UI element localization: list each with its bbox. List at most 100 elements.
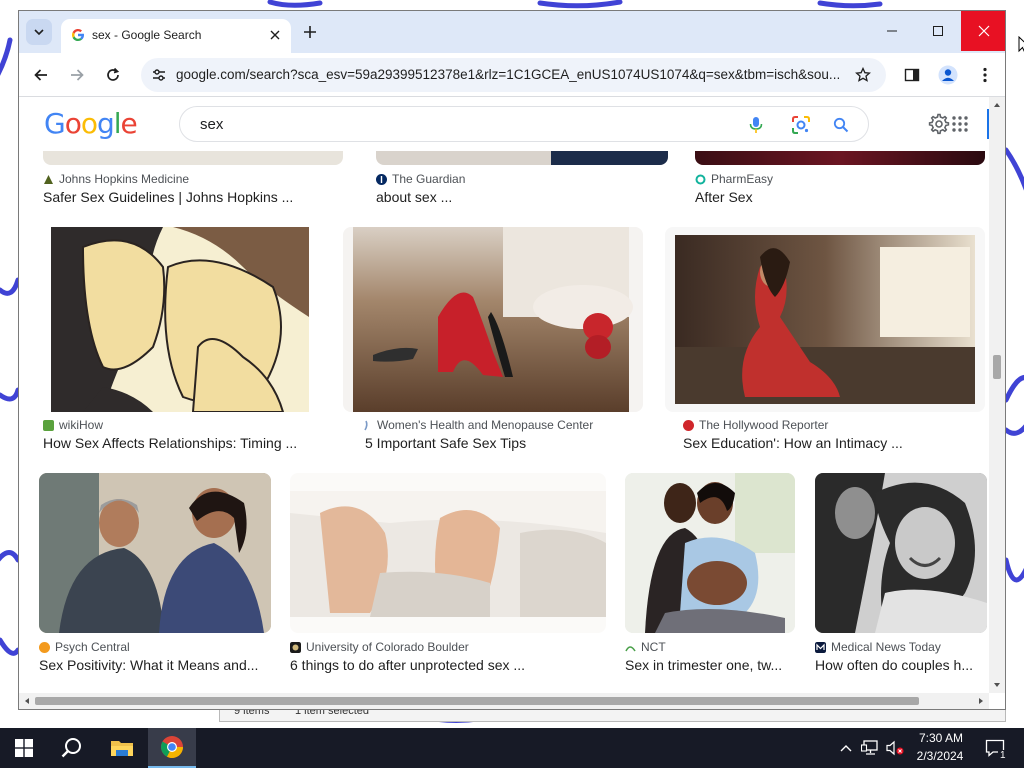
result-source[interactable]: NCT — [625, 640, 666, 654]
scroll-left-icon[interactable] — [21, 693, 33, 709]
google-apps-button[interactable] — [949, 113, 971, 135]
reload-button[interactable] — [99, 61, 127, 89]
volume-button[interactable] — [883, 728, 907, 768]
vertical-scroll-thumb[interactable] — [993, 355, 1001, 379]
result-tile[interactable]: Women's Health and Menopause Center 5 Im… — [343, 227, 643, 451]
scroll-up-icon[interactable] — [989, 99, 1005, 111]
result-source-name: The Guardian — [392, 172, 466, 186]
horizontal-scroll-thumb[interactable] — [35, 697, 919, 705]
result-source-name: Medical News Today — [831, 640, 941, 654]
result-source[interactable]: The Hollywood Reporter — [683, 418, 828, 432]
result-source-name: PharmEasy — [711, 172, 774, 186]
result-tile[interactable]: wikiHow How Sex Affects Relationships: T… — [43, 227, 333, 451]
volume-muted-icon — [886, 740, 904, 756]
file-explorer-button[interactable] — [98, 728, 146, 768]
result-title[interactable]: Sex in trimester one, tw... — [625, 657, 795, 673]
scroll-right-icon[interactable] — [975, 693, 987, 709]
chrome-menu-button[interactable] — [971, 61, 999, 89]
back-button[interactable] — [27, 61, 55, 89]
maximize-icon — [933, 26, 943, 36]
forward-button[interactable] — [63, 61, 91, 89]
result-tile[interactable]: University of Colorado Boulder 6 things … — [290, 473, 608, 683]
result-tile[interactable]: Medical News Today How often do couples … — [815, 473, 989, 683]
result-source[interactable]: Women's Health and Menopause Center — [361, 418, 593, 432]
result-image[interactable] — [290, 473, 606, 633]
red-high-heels-photo — [353, 227, 633, 412]
result-title[interactable]: Safer Sex Guidelines | Johns Hopkins ... — [43, 189, 343, 205]
result-source-name: Women's Health and Menopause Center — [377, 418, 594, 432]
tab-search-button[interactable] — [26, 19, 52, 45]
bookmark-button[interactable] — [853, 65, 873, 85]
result-source[interactable]: Medical News Today — [815, 640, 941, 654]
couple-kissing-illustration — [51, 227, 309, 412]
network-button[interactable] — [858, 728, 882, 768]
result-title[interactable]: After Sex — [695, 189, 985, 205]
search-submit-button[interactable] — [830, 114, 852, 136]
close-window-button[interactable] — [961, 11, 1005, 51]
result-source[interactable]: PharmEasy — [695, 172, 773, 186]
profile-button[interactable] — [934, 61, 962, 89]
clock-time[interactable]: 7:30 AM — [916, 731, 966, 745]
google-logo-letter: e — [120, 107, 138, 140]
result-source[interactable]: Psych Central — [39, 640, 130, 654]
lens-search-button[interactable] — [790, 114, 812, 136]
taskbar-search-button[interactable] — [48, 728, 96, 768]
result-source[interactable]: University of Colorado Boulder — [290, 640, 469, 654]
search-query[interactable]: sex — [200, 116, 223, 133]
chevron-up-icon — [840, 745, 852, 752]
result-image[interactable] — [343, 227, 643, 412]
result-title[interactable]: Sex Education': How an Intimacy ... — [683, 435, 983, 451]
side-panel-icon — [904, 68, 920, 82]
search-icon — [833, 117, 849, 133]
result-title[interactable]: about sex ... — [376, 189, 676, 205]
google-logo[interactable]: Google — [44, 107, 138, 140]
title-bar: sex - Google Search — [19, 11, 1005, 53]
result-image[interactable] — [625, 473, 795, 633]
vertical-scrollbar[interactable] — [989, 97, 1005, 693]
address-bar[interactable]: google.com/search?sca_esv=59a29399512378… — [141, 58, 886, 92]
result-title[interactable]: Sex Positivity: What it Means and... — [39, 657, 271, 673]
result-title[interactable]: How often do couples h... — [815, 657, 987, 673]
result-title[interactable]: How Sex Affects Relationships: Timing ..… — [43, 435, 333, 451]
notification-count-badge: 1 — [998, 750, 1008, 761]
result-title[interactable]: 5 Important Safe Sex Tips — [365, 435, 645, 451]
notification-center-button[interactable]: 1 — [980, 728, 1010, 768]
result-tile[interactable]: The Hollywood Reporter Sex Education': H… — [665, 227, 985, 451]
result-tile[interactable]: Psych Central Sex Positivity: What it Me… — [39, 473, 271, 683]
result-image[interactable] — [43, 227, 333, 412]
result-image[interactable] — [39, 473, 271, 633]
johns-hopkins-favicon-icon — [44, 174, 53, 184]
network-icon — [861, 740, 878, 755]
minimize-button[interactable] — [869, 11, 915, 51]
close-icon — [270, 30, 280, 40]
new-tab-button[interactable] — [299, 21, 321, 43]
sign-in-button-edge[interactable] — [987, 109, 989, 139]
voice-search-button[interactable] — [745, 114, 767, 136]
result-image[interactable] — [815, 473, 987, 633]
site-info-button[interactable] — [149, 65, 169, 85]
result-source[interactable]: Johns Hopkins Medicine — [43, 172, 189, 186]
chrome-taskbar-button[interactable] — [148, 728, 196, 768]
maximize-button[interactable] — [915, 11, 961, 51]
tab-google-search[interactable]: sex - Google Search — [61, 19, 291, 53]
clock-date[interactable]: 2/3/2024 — [910, 749, 970, 763]
result-tile[interactable]: NCT Sex in trimester one, tw... — [625, 473, 795, 683]
wikihow-favicon-icon — [43, 419, 54, 431]
taskbar: 7:30 AM 2/3/2024 1 — [0, 728, 1024, 768]
result-source[interactable]: wikiHow — [43, 418, 103, 432]
feet-under-sheets-photo — [290, 491, 606, 617]
result-title[interactable]: 6 things to do after unprotected sex ... — [290, 657, 606, 673]
horizontal-scrollbar[interactable] — [19, 693, 989, 709]
result-source-name: NCT — [641, 640, 666, 654]
start-button[interactable] — [0, 728, 48, 768]
settings-button[interactable] — [927, 112, 951, 136]
result-source[interactable]: The Guardian — [376, 172, 465, 186]
result-image[interactable] — [665, 227, 985, 412]
arrow-right-icon — [71, 69, 84, 81]
search-box[interactable]: sex — [179, 106, 869, 142]
side-panel-button[interactable] — [898, 61, 926, 89]
tab-close-button[interactable] — [267, 27, 283, 43]
result-source-name: Johns Hopkins Medicine — [59, 172, 190, 186]
scroll-down-icon[interactable] — [989, 679, 1005, 691]
show-hidden-icons-button[interactable] — [836, 728, 856, 768]
